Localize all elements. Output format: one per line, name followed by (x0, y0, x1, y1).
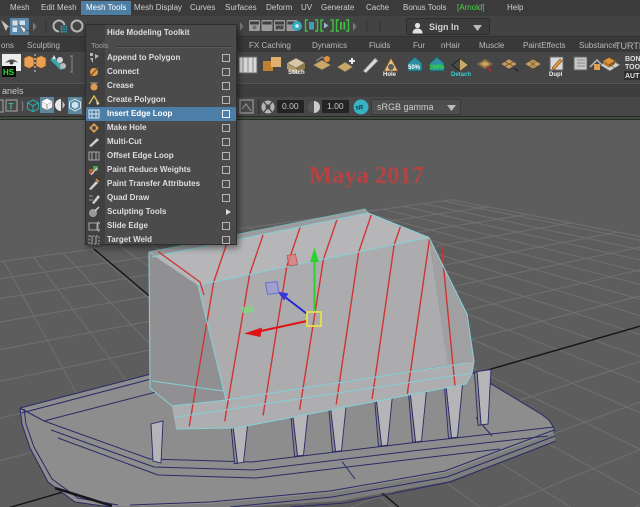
svg-text:HS: HS (3, 68, 15, 77)
svg-text:AUT: AUT (625, 73, 640, 80)
svg-text:IPR: IPR (276, 26, 285, 32)
svg-text:TOO: TOO (625, 64, 640, 71)
svg-text:sR: sR (356, 106, 364, 112)
svg-text:Dupl: Dupl (549, 72, 563, 78)
svg-text:Maya 2017: Maya 2017 (309, 162, 424, 189)
svg-text:50%: 50% (408, 65, 421, 71)
svg-text:T: T (9, 102, 14, 111)
svg-text:100%: 100% (429, 65, 445, 71)
svg-text:BON: BON (625, 56, 640, 63)
svg-text:Stitch: Stitch (288, 70, 305, 76)
svg-text:Detach: Detach (451, 72, 471, 78)
svg-text:Hole: Hole (383, 72, 397, 78)
